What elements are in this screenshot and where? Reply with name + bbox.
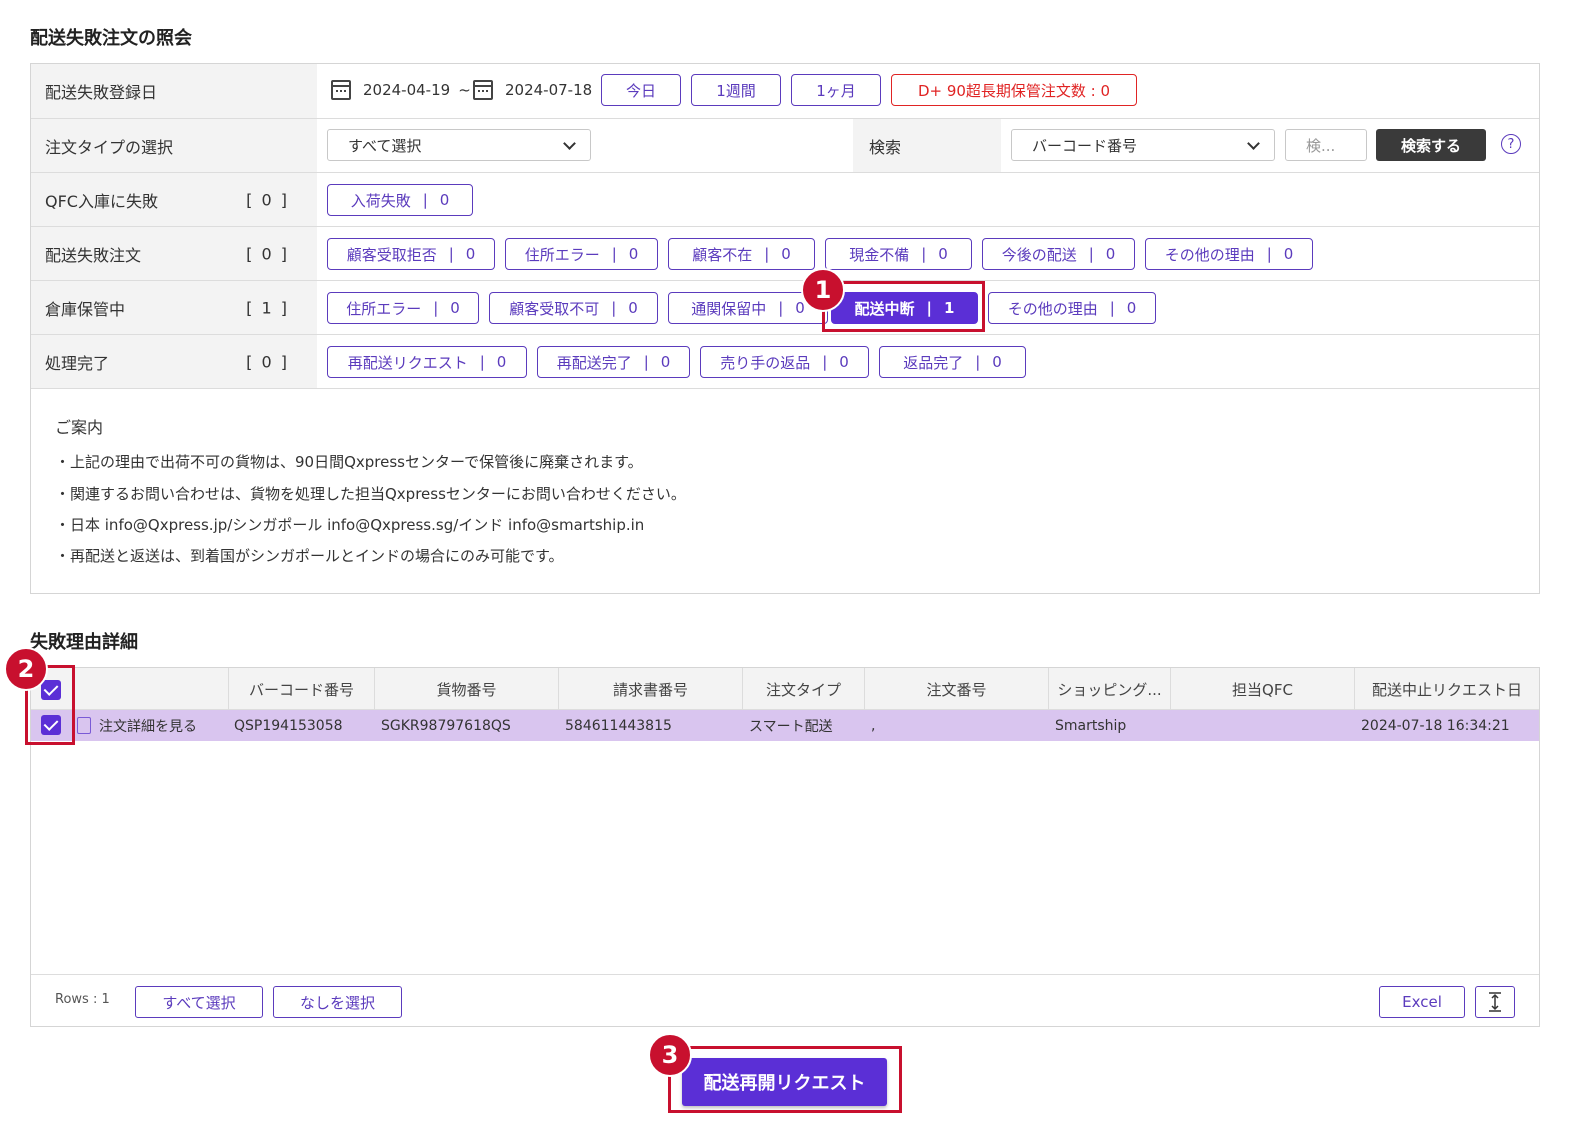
cell-order-type: スマート配送 <box>749 718 833 735</box>
one-month-button[interactable]: 1ヶ月 <box>791 74 881 106</box>
warehouse-count: [ 1 ] <box>246 298 289 317</box>
chip-inbound-failed[interactable]: 入荷失敗 | 0 <box>327 184 473 216</box>
select-all-button[interactable]: すべて選択 <box>135 986 263 1018</box>
document-icon <box>77 717 91 734</box>
col-order-number[interactable]: 注文番号 <box>865 668 1049 710</box>
warehouse-label: 倉庫保管中 <box>45 299 126 319</box>
calendar-icon <box>331 80 351 100</box>
notice-title: ご案内 <box>55 418 104 437</box>
col-qfc[interactable]: 担当QFC <box>1171 668 1355 710</box>
cell-cargo: SGKR98797618QS <box>381 717 511 734</box>
date-row: 配送失敗登録日 2024-04-19 ~ 2024-07-18 今日 1週間 1… <box>31 64 1539 119</box>
long-storage-button[interactable]: D+ 90超長期保管注文数 : 0 <box>891 74 1137 106</box>
chevron-down-icon <box>1247 137 1260 150</box>
table-header: バーコード番号 貨物番号 請求書番号 注文タイプ 注文番号 ショッピング... … <box>31 668 1539 710</box>
resize-icon[interactable] <box>1475 986 1515 1018</box>
chip-cash-issue[interactable]: 現金不備 | 0 <box>825 238 972 270</box>
table-row[interactable]: 注文詳細を見る QSP194153058 SGKR98797618QS 5846… <box>31 710 1539 741</box>
chip-customer-refused[interactable]: 顧客受取拒否 | 0 <box>327 238 495 270</box>
search-input[interactable]: 検... <box>1285 129 1367 161</box>
col-request-date[interactable]: 配送中止リクエスト日 <box>1355 668 1539 710</box>
failed-row: 配送失敗注文 [ 0 ] 顧客受取拒否 | 0 住所エラー | 0 顧客不在 | 0 現金不… <box>31 227 1539 281</box>
today-button[interactable]: 今日 <box>601 74 681 106</box>
one-week-button[interactable]: 1週間 <box>691 74 781 106</box>
detail-table: バーコード番号 貨物番号 請求書番号 注文タイプ 注文番号 ショッピング... … <box>30 667 1540 1027</box>
order-detail-link[interactable]: 注文詳細を見る <box>77 710 197 741</box>
chip-redelivery-request[interactable]: 再配送リクエスト | 0 <box>327 346 527 378</box>
chip-customer-absent[interactable]: 顧客不在 | 0 <box>668 238 815 270</box>
filter-panel: 配送失敗登録日 2024-04-19 ~ 2024-07-18 今日 1週間 1… <box>30 63 1540 594</box>
col-invoice[interactable]: 請求書番号 <box>559 668 743 710</box>
notice-line: ・上記の理由で出荷不可の貨物は、90日間Qxpressセンターで保管後に廃棄され… <box>55 453 643 471</box>
step-badge-1: 1 <box>801 268 845 312</box>
chip-wh-address-error[interactable]: 住所エラー | 0 <box>327 292 479 324</box>
table-footer: Rows : 1 すべて選択 なしを選択 Excel <box>31 974 1539 1026</box>
select-none-button[interactable]: なしを選択 <box>273 986 402 1018</box>
calendar-icon <box>473 80 493 100</box>
cell-barcode: QSP194153058 <box>234 717 343 734</box>
start-date-field[interactable]: 2024-04-19 ~ <box>331 80 471 100</box>
search-type-select[interactable]: バーコード番号 <box>1011 129 1275 161</box>
type-row: 注文タイプの選択 すべて選択 検索 バーコード番号 検... 検索する ? <box>31 119 1539 173</box>
done-row: 処理完了 [ 0 ] 再配送リクエスト | 0 再配送完了 | 0 売り手の返品 | 0 返… <box>31 335 1539 389</box>
notice-line: ・日本 info@Qxpress.jp/シンガポール info@Qxpress.… <box>55 516 645 534</box>
chip-redelivery-done[interactable]: 再配送完了 | 0 <box>537 346 690 378</box>
done-label: 処理完了 <box>45 353 110 373</box>
search-label: 検索 <box>869 138 902 157</box>
warehouse-row: 倉庫保管中 [ 1 ] 住所エラー | 0 顧客受取不可 | 0 通関保留中 | 0 配送中… <box>31 281 1539 335</box>
rows-count: Rows : 1 <box>55 992 110 1007</box>
step-badge-2: 2 <box>4 647 48 691</box>
type-label: 注文タイプの選択 <box>45 137 174 157</box>
notice-line: ・関連するお問い合わせは、貨物を処理した担当Qxpressセンターにお問い合わせ… <box>55 485 686 503</box>
col-order-type[interactable]: 注文タイプ <box>743 668 865 710</box>
chip-other-reason[interactable]: その他の理由 | 0 <box>1145 238 1313 270</box>
cell-invoice: 584611443815 <box>565 717 672 734</box>
cell-request-date: 2024-07-18 16:34:21 <box>1361 717 1510 734</box>
highlight-box-3 <box>668 1046 902 1113</box>
search-button[interactable]: 検索する <box>1376 129 1486 161</box>
excel-button[interactable]: Excel <box>1379 986 1465 1018</box>
qfc-row: QFC入庫に失敗 [ 0 ] 入荷失敗 | 0 <box>31 173 1539 227</box>
help-icon[interactable]: ? <box>1501 134 1521 154</box>
end-date-field[interactable]: 2024-07-18 <box>473 80 592 100</box>
date-label: 配送失敗登録日 <box>45 83 158 102</box>
order-type-select[interactable]: すべて選択 <box>327 129 591 161</box>
chip-future-delivery[interactable]: 今後の配送 | 0 <box>982 238 1135 270</box>
chip-seller-return[interactable]: 売り手の返品 | 0 <box>700 346 869 378</box>
failed-count: [ 0 ] <box>246 244 289 263</box>
col-barcode[interactable]: バーコード番号 <box>229 668 375 710</box>
chip-wh-cannot-receive[interactable]: 顧客受取不可 | 0 <box>489 292 658 324</box>
detail-title: 失敗理由詳細 <box>30 632 138 653</box>
cell-order-number: , <box>871 717 876 734</box>
col-shopping[interactable]: ショッピング... <box>1049 668 1171 710</box>
done-count: [ 0 ] <box>246 352 289 371</box>
qfc-label: QFC入庫に失敗 <box>45 191 158 211</box>
col-cargo[interactable]: 貨物番号 <box>375 668 559 710</box>
chip-wh-other-reason[interactable]: その他の理由 | 0 <box>988 292 1156 324</box>
cell-shopping: Smartship <box>1055 717 1127 734</box>
notice-line: ・再配送と返送は、到着国がシンガポールとインドの場合にのみ可能です。 <box>55 547 564 565</box>
step-badge-3: 3 <box>648 1033 692 1077</box>
qfc-count: [ 0 ] <box>246 190 289 209</box>
chevron-down-icon <box>563 137 576 150</box>
chip-address-error[interactable]: 住所エラー | 0 <box>505 238 658 270</box>
chip-return-done[interactable]: 返品完了 | 0 <box>879 346 1026 378</box>
failed-label: 配送失敗注文 <box>45 245 142 265</box>
highlight-box-1 <box>822 281 985 332</box>
page-title: 配送失敗注文の照会 <box>30 28 192 49</box>
